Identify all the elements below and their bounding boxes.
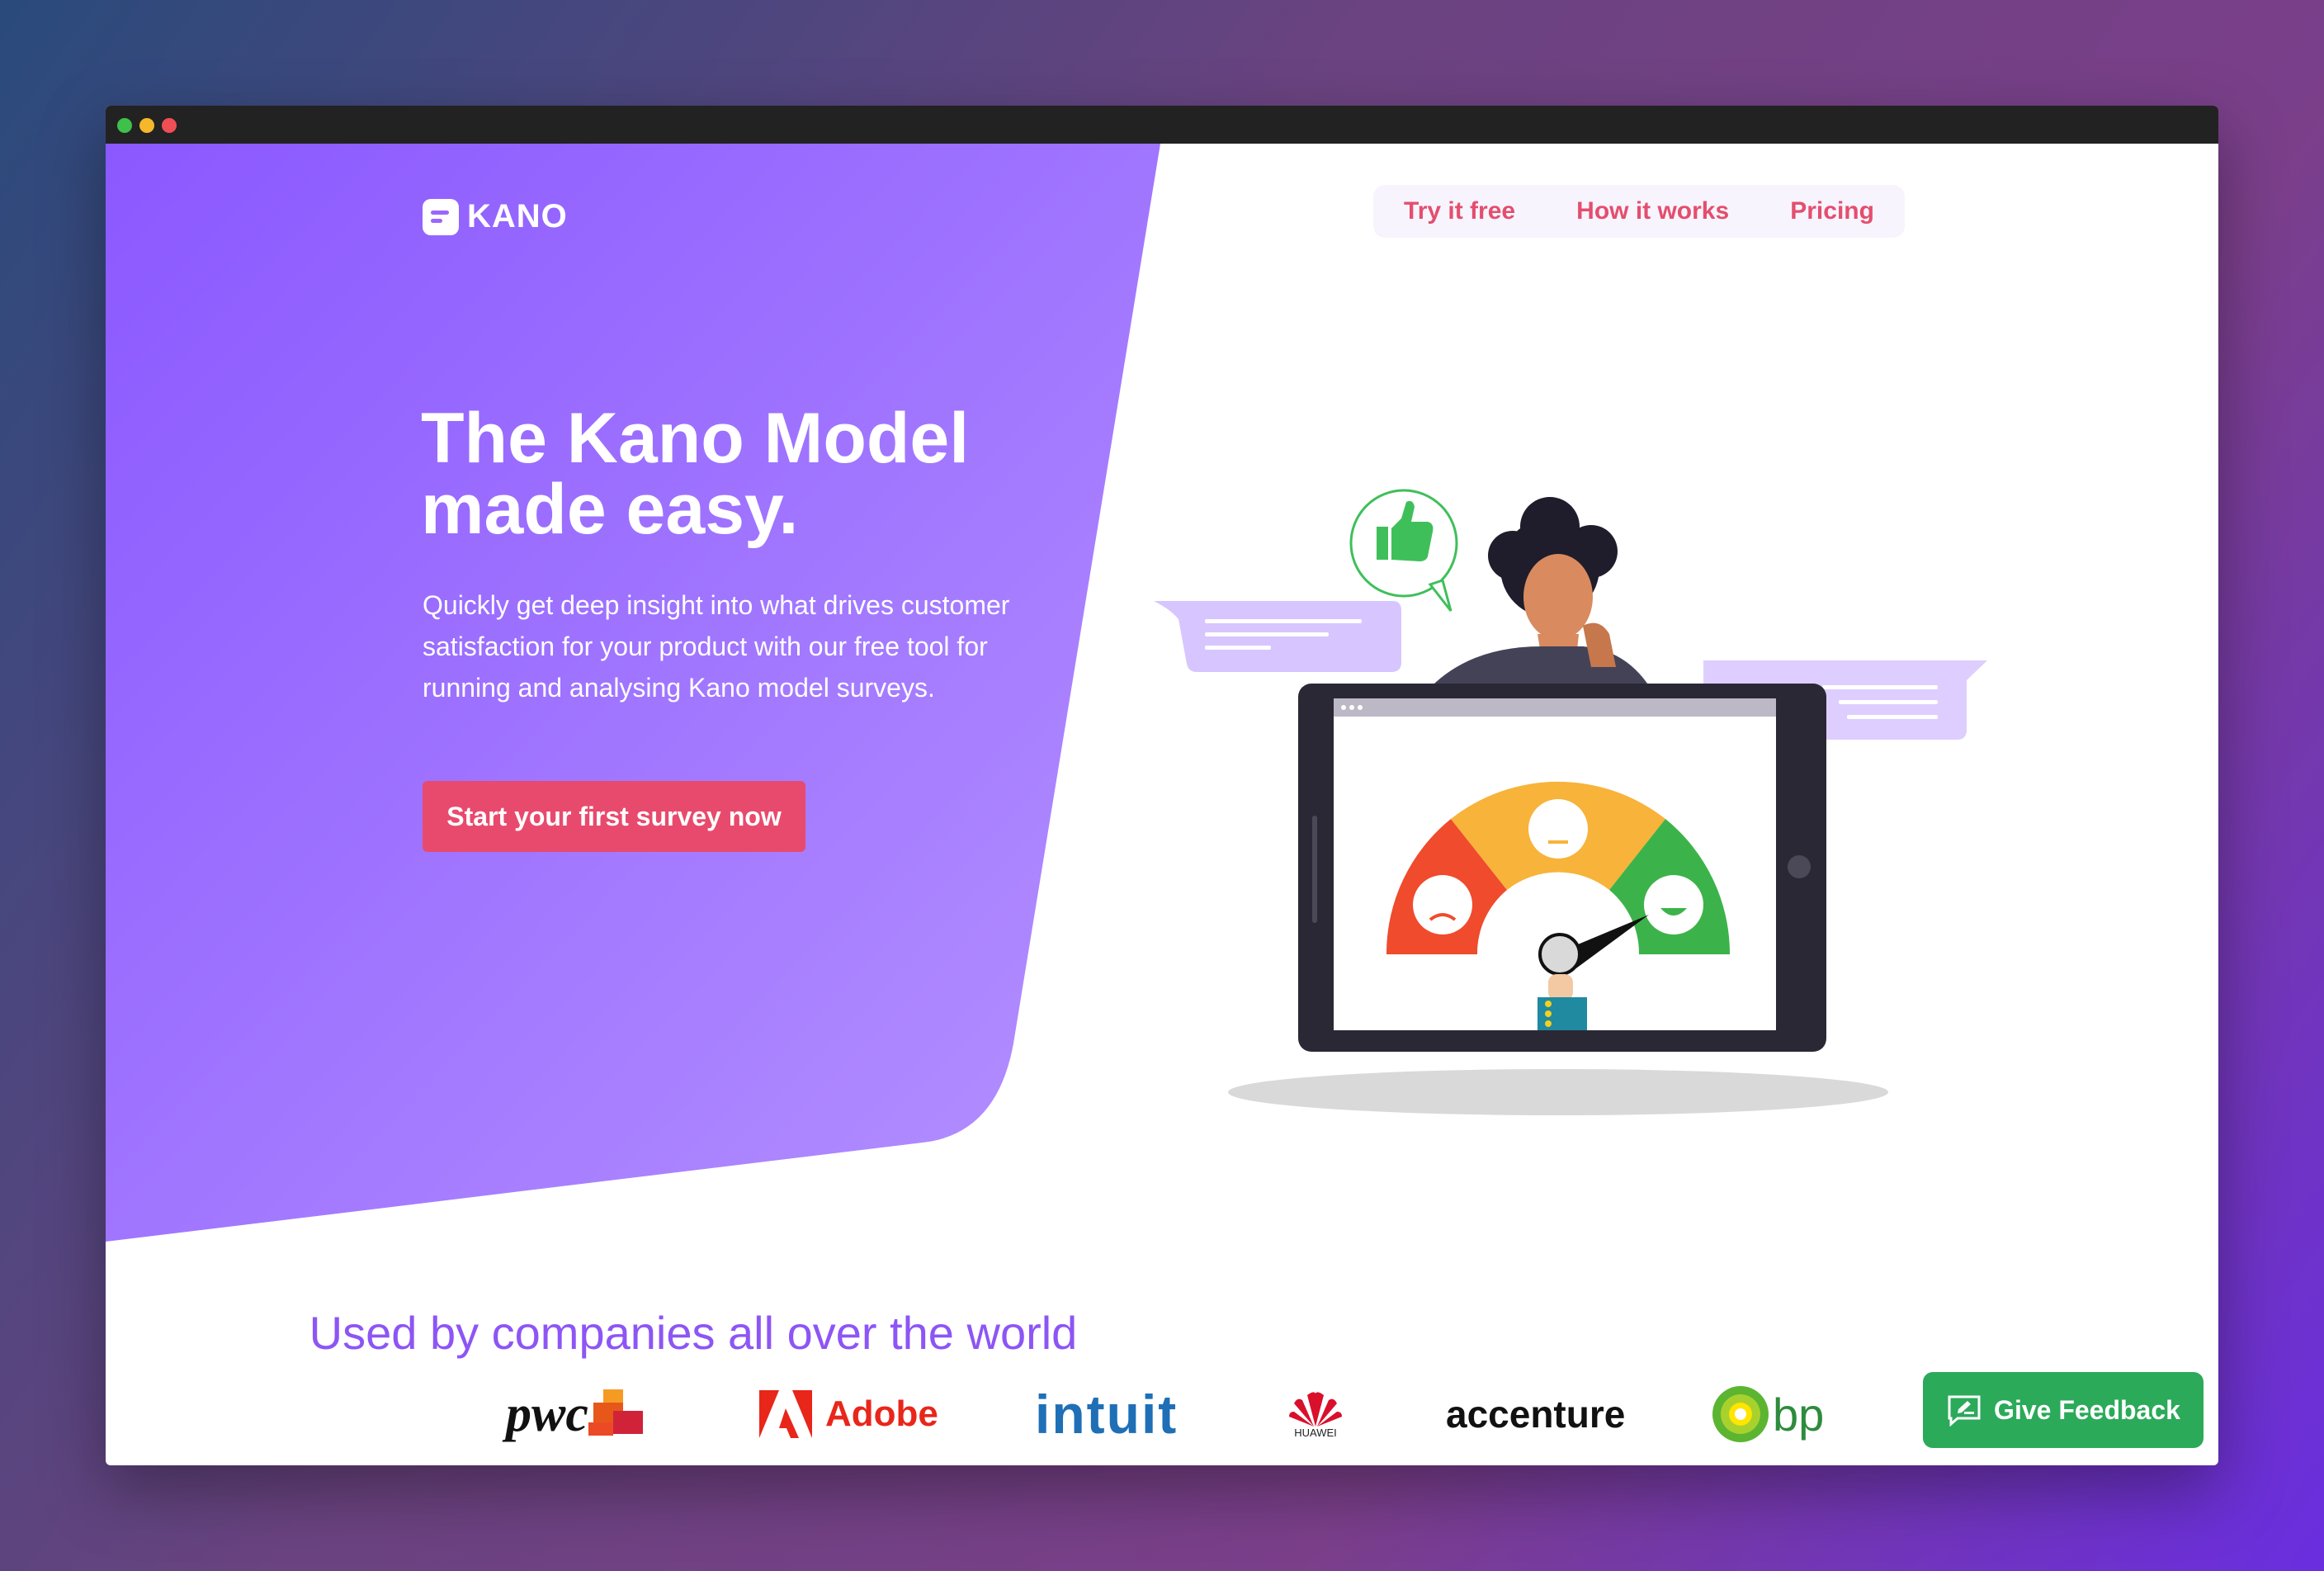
adobe-mark-icon	[759, 1390, 812, 1438]
window-red-dot[interactable]	[162, 118, 177, 133]
bp-helios-icon	[1712, 1386, 1769, 1442]
nav-how-it-works[interactable]: How it works	[1576, 197, 1729, 225]
intuit-logo: intuit	[1035, 1377, 1178, 1451]
hero-subtext: Quickly get deep insight into what drive…	[423, 590, 1010, 703]
speech-bubble-left-icon	[1154, 601, 1401, 672]
headline-line-1: The Kano Model	[421, 399, 970, 478]
pwc-wordmark: pwc	[506, 1385, 588, 1442]
bp-wordmark: bp	[1773, 1388, 1825, 1441]
browser-window: KANO Try it free How it works Pricing Th…	[106, 106, 2218, 1465]
huawei-petals-icon	[1289, 1391, 1342, 1427]
hero-illustration	[1154, 489, 1987, 1115]
nav-pricing[interactable]: Pricing	[1790, 197, 1874, 225]
window-titlebar	[106, 106, 2218, 144]
huawei-wordmark: HUAWEI	[1294, 1426, 1337, 1439]
accenture-logo: accenture	[1446, 1377, 1625, 1451]
feedback-pencil-icon	[1948, 1395, 1981, 1427]
start-survey-button[interactable]: Start your first survey now	[423, 781, 805, 852]
kano-logo-icon	[423, 198, 459, 235]
accenture-wordmark: accenture	[1446, 1393, 1626, 1436]
intuit-wordmark: intuit	[1035, 1384, 1179, 1445]
hero-headline: The Kano Model made easy.	[421, 403, 1164, 545]
window-green-dot[interactable]	[117, 118, 132, 133]
bp-logo: bp	[1712, 1377, 1824, 1451]
adobe-wordmark: Adobe	[825, 1394, 938, 1434]
thumbs-up-bubble-icon	[1349, 489, 1458, 612]
top-nav: Try it free How it works Pricing	[1373, 185, 1905, 238]
give-feedback-label: Give Feedback	[1994, 1394, 2180, 1425]
companies-heading: Used by companies all over the world	[309, 1307, 1078, 1359]
huawei-logo: HUAWEI	[1289, 1377, 1342, 1451]
kano-logo[interactable]: KANO	[423, 198, 568, 235]
window-yellow-dot[interactable]	[139, 118, 154, 133]
pwc-logo: pwc	[506, 1377, 643, 1451]
headline-line-2: made easy.	[421, 470, 799, 549]
company-logos-row: pwc Adobe intuit HUAWEI accenture bp	[106, 1377, 2218, 1451]
give-feedback-button[interactable]: Give Feedback	[1923, 1372, 2204, 1448]
adobe-logo: Adobe	[759, 1377, 938, 1451]
logo-text: KANO	[467, 198, 568, 234]
nav-try-it-free[interactable]: Try it free	[1404, 197, 1515, 225]
pwc-blocks-icon	[588, 1389, 643, 1436]
